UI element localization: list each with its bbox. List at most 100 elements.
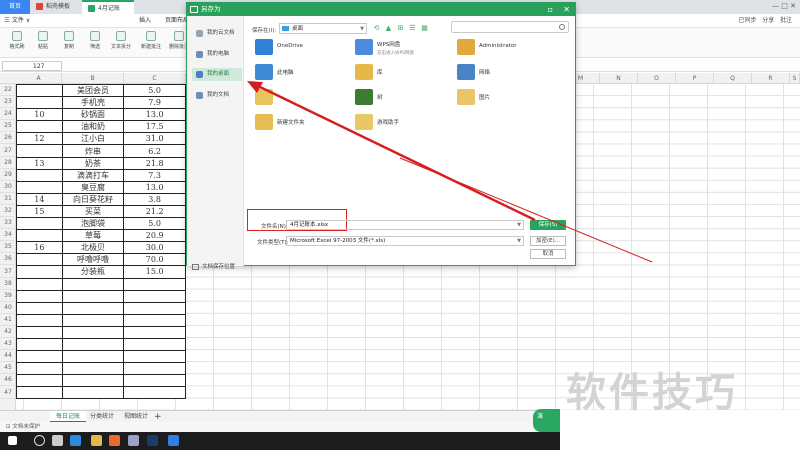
- table-cell[interactable]: [16, 120, 63, 134]
- table-cell[interactable]: [61, 325, 125, 339]
- filter-button[interactable]: 筛选: [82, 30, 108, 50]
- row-header-cell[interactable]: 47: [0, 387, 16, 399]
- window-controls[interactable]: — □ ✕: [772, 2, 796, 10]
- save-button[interactable]: 保存(S): [530, 220, 566, 230]
- table-cell[interactable]: 10: [16, 108, 63, 122]
- sidebar-item-cloud[interactable]: 我的云文档: [192, 27, 242, 40]
- col-header[interactable]: R: [752, 73, 790, 84]
- menu-file[interactable]: 三 文件 ∨: [4, 14, 30, 28]
- table-cell[interactable]: 15.0: [123, 265, 186, 279]
- row-header-cell[interactable]: 24: [0, 108, 16, 121]
- comment-button[interactable]: 批注: [780, 17, 792, 24]
- col-header[interactable]: O: [638, 73, 676, 84]
- row-header-cell[interactable]: 23: [0, 96, 16, 109]
- table-cell[interactable]: [61, 337, 125, 352]
- dialog-search-input[interactable]: [451, 21, 569, 33]
- row-header-cell[interactable]: 39: [0, 290, 16, 302]
- file-item[interactable]: 库: [351, 62, 451, 84]
- table-cell[interactable]: 30.0: [123, 241, 186, 255]
- table-cell[interactable]: 向日葵花籽: [61, 192, 125, 206]
- col-header[interactable]: S: [790, 73, 800, 84]
- close-icon[interactable]: ✕: [563, 3, 570, 16]
- table-cell[interactable]: [61, 313, 125, 327]
- file-type-select[interactable]: Microsoft Excel 97-2003 文件(*.xls) ▼: [286, 236, 524, 246]
- table-cell[interactable]: [123, 386, 186, 400]
- edge-icon[interactable]: [70, 435, 81, 446]
- table-cell[interactable]: [61, 277, 125, 291]
- col-header[interactable]: B: [62, 73, 124, 84]
- table-cell[interactable]: [123, 277, 186, 291]
- row-header-cell[interactable]: 31: [0, 193, 16, 205]
- table-cell[interactable]: 奶茶: [61, 156, 125, 170]
- table-cell[interactable]: 7.9: [123, 96, 186, 110]
- windows-logo-icon[interactable]: [8, 436, 17, 445]
- save-location-link[interactable]: 文档保存位置: [192, 262, 235, 270]
- file-item[interactable]: 此电脑: [251, 62, 351, 84]
- row-header-cell[interactable]: 46: [0, 374, 16, 387]
- row-header-cell[interactable]: 42: [0, 326, 16, 339]
- table-cell[interactable]: 6.2: [123, 144, 186, 158]
- save-in-select[interactable]: 桌面 ▼: [279, 23, 367, 34]
- table-cell[interactable]: [61, 289, 125, 303]
- table-cell[interactable]: 21.2: [123, 204, 186, 219]
- share-button[interactable]: 分享: [762, 17, 774, 24]
- table-cell[interactable]: [16, 96, 63, 110]
- row-header-cell[interactable]: 41: [0, 314, 16, 326]
- new-comment-button[interactable]: 新建批注: [138, 30, 164, 50]
- table-cell[interactable]: 13: [16, 156, 63, 170]
- table-cell[interactable]: [123, 289, 186, 303]
- col-header[interactable]: Q: [714, 73, 752, 84]
- table-cell[interactable]: 北极贝: [61, 241, 125, 255]
- back-icon[interactable]: ⟲: [372, 24, 381, 33]
- row-header-cell[interactable]: 38: [0, 278, 16, 290]
- minimize-icon[interactable]: ▫: [548, 3, 553, 16]
- table-cell[interactable]: 17.5: [123, 120, 186, 134]
- wps-icon[interactable]: [168, 435, 179, 446]
- taskview-icon[interactable]: [52, 435, 63, 446]
- row-header-cell[interactable]: 45: [0, 362, 16, 375]
- table-cell[interactable]: 江小白: [61, 132, 125, 146]
- list-view-icon[interactable]: ☰: [408, 24, 417, 33]
- media-icon[interactable]: [109, 435, 120, 446]
- table-cell[interactable]: 31.0: [123, 132, 186, 146]
- table-cell[interactable]: [123, 337, 186, 352]
- file-item[interactable]: [251, 87, 351, 109]
- table-cell[interactable]: 呼噜呼噜: [61, 253, 125, 267]
- table-cell[interactable]: 5.0: [123, 83, 186, 98]
- row-header-cell[interactable]: 43: [0, 338, 16, 351]
- table-cell[interactable]: [16, 325, 63, 339]
- encrypt-button[interactable]: 加密(E)...: [530, 236, 566, 246]
- file-name-input[interactable]: 4月记账本.xlsx ▼: [286, 220, 524, 230]
- table-cell[interactable]: [16, 217, 63, 231]
- file-item[interactable]: 树: [351, 87, 451, 109]
- table-cell[interactable]: 7.3: [123, 168, 186, 182]
- app-icon[interactable]: [128, 435, 139, 446]
- row-header-cell[interactable]: 44: [0, 350, 16, 363]
- table-cell[interactable]: 21.8: [123, 156, 186, 170]
- table-cell[interactable]: [123, 325, 186, 339]
- table-cell[interactable]: [61, 362, 125, 376]
- row-header-cell[interactable]: 37: [0, 266, 16, 278]
- search-icon[interactable]: [34, 435, 45, 446]
- table-cell[interactable]: 油和奶: [61, 120, 125, 134]
- row-header-cell[interactable]: 25: [0, 120, 16, 133]
- table-cell[interactable]: [61, 386, 125, 400]
- table-cell[interactable]: [16, 362, 63, 376]
- row-header-cell[interactable]: 35: [0, 241, 16, 254]
- tab-template[interactable]: 稻壳模板: [30, 0, 82, 14]
- up-folder-icon[interactable]: ▲: [384, 24, 393, 33]
- table-cell[interactable]: 滴滴打车: [61, 168, 125, 182]
- text-split-button[interactable]: 文本拆分: [108, 30, 134, 50]
- table-cell[interactable]: 草莓: [61, 229, 125, 243]
- sidebar-item-desktop[interactable]: 我的桌面: [192, 68, 242, 81]
- sidebar-item-documents[interactable]: 我的文档: [192, 89, 242, 102]
- table-cell[interactable]: [16, 144, 63, 158]
- row-header-cell[interactable]: 29: [0, 169, 16, 181]
- row-header-cell[interactable]: 32: [0, 205, 16, 218]
- table-cell[interactable]: [123, 301, 186, 315]
- row-header-cell[interactable]: 26: [0, 132, 16, 145]
- table-cell[interactable]: [16, 253, 63, 267]
- table-cell[interactable]: 5.0: [123, 217, 186, 231]
- row-header-cell[interactable]: 40: [0, 302, 16, 314]
- table-cell[interactable]: 15: [16, 204, 63, 219]
